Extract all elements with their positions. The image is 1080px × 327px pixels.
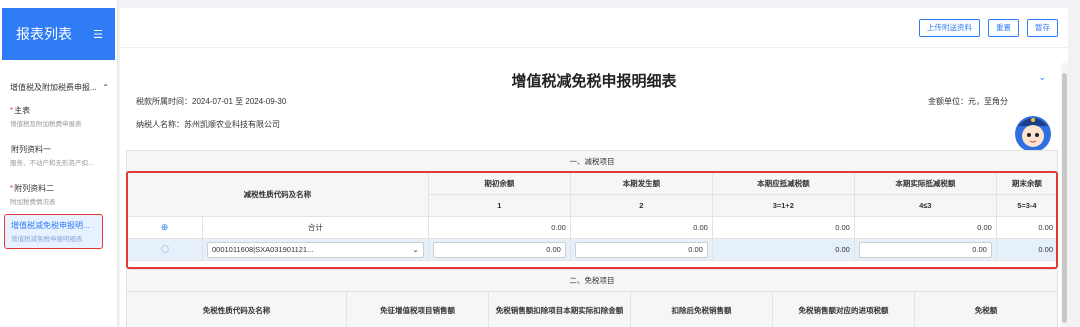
taxpayer-name: 纳税人名称：苏州凯顺农业科技有限公司: [136, 120, 280, 129]
column-header: 扣除后免税销售额: [630, 291, 773, 327]
total-row: ⊕ 合计 0.00 0.00 0.00 0.00 0.00: [126, 216, 1059, 239]
column-header: 减税性质代码及名称: [126, 172, 429, 217]
column-code: 5=3-4: [995, 194, 1059, 217]
column-header: 本期应抵减税额: [711, 172, 855, 195]
page-title: 增值税减免税申报明细表: [511, 73, 677, 90]
column-code: 3=1+2: [711, 194, 855, 217]
opening-balance-input[interactable]: 0.00: [432, 241, 566, 258]
required-mark: *: [10, 184, 14, 193]
column-header: 本期实际抵减税额: [853, 172, 997, 195]
sidebar-item-appendix-2[interactable]: *附列资料二 附加税费情况表: [0, 177, 117, 210]
chevron-down-icon: ⌄: [412, 244, 419, 254]
sidebar-group-vat[interactable]: 增值税及附加税费申报... ⌃: [0, 82, 117, 93]
row-radio-cell: [126, 238, 203, 261]
column-header: 免征增值税项目销售额: [346, 291, 489, 327]
sidebar-item-sub: 附加税费情况表: [10, 199, 56, 206]
reduction-code-value: 0001011608|SXA031901121...: [212, 244, 314, 254]
app-root: 报表列表 ☰ 增值税及附加税费申报... ⌃ *主表 增值税及附加税费申报表 附…: [0, 0, 1080, 327]
sidebar-header: 报表列表 ☰: [2, 8, 115, 60]
cell: 0.00: [569, 238, 713, 261]
sidebar-item-label: 主表: [14, 106, 31, 115]
column-header: 免税性质代码及名称: [126, 291, 347, 327]
current-amount-input[interactable]: 0.00: [574, 241, 708, 258]
required-mark: *: [10, 106, 14, 115]
column-header: 免税销售额扣除项目本期实际扣除金额: [488, 291, 631, 327]
column-header: 本期发生额: [569, 172, 713, 195]
total-value: 0.00: [569, 216, 713, 239]
total-label: 合计: [202, 216, 429, 239]
header-row: 免税性质代码及名称 免征增值税项目销售额 免税销售额扣除项目本期实际扣除金额 扣…: [126, 291, 1058, 327]
cell: 0.00: [427, 238, 571, 261]
deductible-value: 0.00: [711, 238, 855, 261]
toolbar: 上传附送资料 重置 暂存: [120, 8, 1068, 48]
menu-icon[interactable]: ☰: [93, 28, 103, 41]
column-code: 1: [427, 194, 571, 217]
column-code: 4≤3: [853, 194, 997, 217]
column-header: 免税销售额对应的进项税额: [772, 291, 915, 327]
sidebar-item-sub: 增值税减免税申报明细表: [11, 236, 83, 243]
report-sidebar: 报表列表 ☰ 增值税及附加税费申报... ⌃ *主表 增值税及附加税费申报表 附…: [0, 0, 118, 327]
column-header: 期初余额: [427, 172, 571, 195]
upload-attachments-button[interactable]: 上传附送资料: [919, 18, 980, 37]
section-row: 二、免税项目: [126, 269, 1058, 292]
chevron-down-icon[interactable]: ⌄: [1038, 72, 1046, 83]
tax-period: 税款所属时间：2024-07-01 至 2024-09-30: [136, 97, 287, 106]
column-header: 期末余额: [995, 172, 1059, 195]
add-row-icon[interactable]: ⊕: [161, 222, 169, 232]
cell: 0.00: [853, 238, 997, 261]
total-value: 0.00: [995, 216, 1059, 239]
column-header: 免税额: [914, 291, 1058, 327]
chevron-up-icon: ⌃: [102, 83, 109, 92]
exemption-table: 二、免税项目 免税性质代码及名称 免征增值税项目销售额 免税销售额扣除项目本期实…: [126, 269, 1058, 327]
sidebar-item-label: 附列资料二: [14, 184, 55, 193]
amount-unit: 金额单位：元，至角分: [928, 97, 1008, 106]
scrollbar-thumb[interactable]: [1062, 73, 1067, 323]
sidebar-item-label: 增值税减免税申报明...: [11, 221, 90, 230]
header-row: 减税性质代码及名称 期初余额 本期发生额 本期应抵减税额 本期实际抵减税额 期末…: [126, 172, 1059, 217]
main-panel: 上传附送资料 重置 暂存 增值税减免税申报明细表 ⌄ 税款所属时间：2024-0…: [120, 8, 1068, 327]
sidebar-item-sub: 增值税及附加税费申报表: [10, 121, 82, 128]
row-radio[interactable]: [160, 244, 169, 253]
section-row: 一、减税项目: [126, 150, 1058, 173]
sidebar-item-appendix-1[interactable]: 附列资料一 服务、不动产和无形资产扣...: [0, 138, 117, 171]
section-title: 二、免税项目: [126, 269, 1058, 292]
sidebar-item-tax-reduction-detail[interactable]: 增值税减免税申报明... 增值税减免税申报明细表: [4, 214, 103, 249]
sidebar-item-sub: 服务、不动产和无形资产扣...: [10, 160, 94, 167]
sidebar-item-label: 附列资料一: [11, 145, 51, 154]
total-value: 0.00: [711, 216, 855, 239]
sidebar-item-main-form[interactable]: *主表 增值税及附加税费申报表: [0, 99, 117, 132]
total-value: 0.00: [853, 216, 997, 239]
reduction-table: 一、减税项目 减税性质代码及名称 期初余额 本期发生额 本期应抵减税额 本期实际…: [126, 150, 1059, 261]
closing-balance-value: 0.00: [995, 238, 1059, 261]
vertical-scrollbar[interactable]: [1061, 63, 1068, 327]
reduction-code-select[interactable]: 0001011608|SXA031901121... ⌄: [207, 241, 424, 258]
sidebar-group-label: 增值税及附加税费申报...: [10, 83, 97, 92]
sidebar-title: 报表列表: [16, 26, 72, 42]
section-title: 一、减税项目: [126, 150, 1058, 173]
save-draft-button[interactable]: 暂存: [1027, 18, 1058, 37]
tax-assistant-mascot-icon[interactable]: [1012, 108, 1054, 154]
actual-deduction-input[interactable]: 0.00: [858, 241, 992, 258]
code-select-cell: 0001011608|SXA031901121... ⌄: [202, 238, 429, 261]
column-code: 2: [569, 194, 713, 217]
reset-button[interactable]: 重置: [988, 18, 1019, 37]
add-row-icon-cell: ⊕: [126, 216, 203, 239]
total-value: 0.00: [427, 216, 571, 239]
table-row[interactable]: 0001011608|SXA031901121... ⌄ 0.00 0.00 0…: [126, 238, 1059, 261]
